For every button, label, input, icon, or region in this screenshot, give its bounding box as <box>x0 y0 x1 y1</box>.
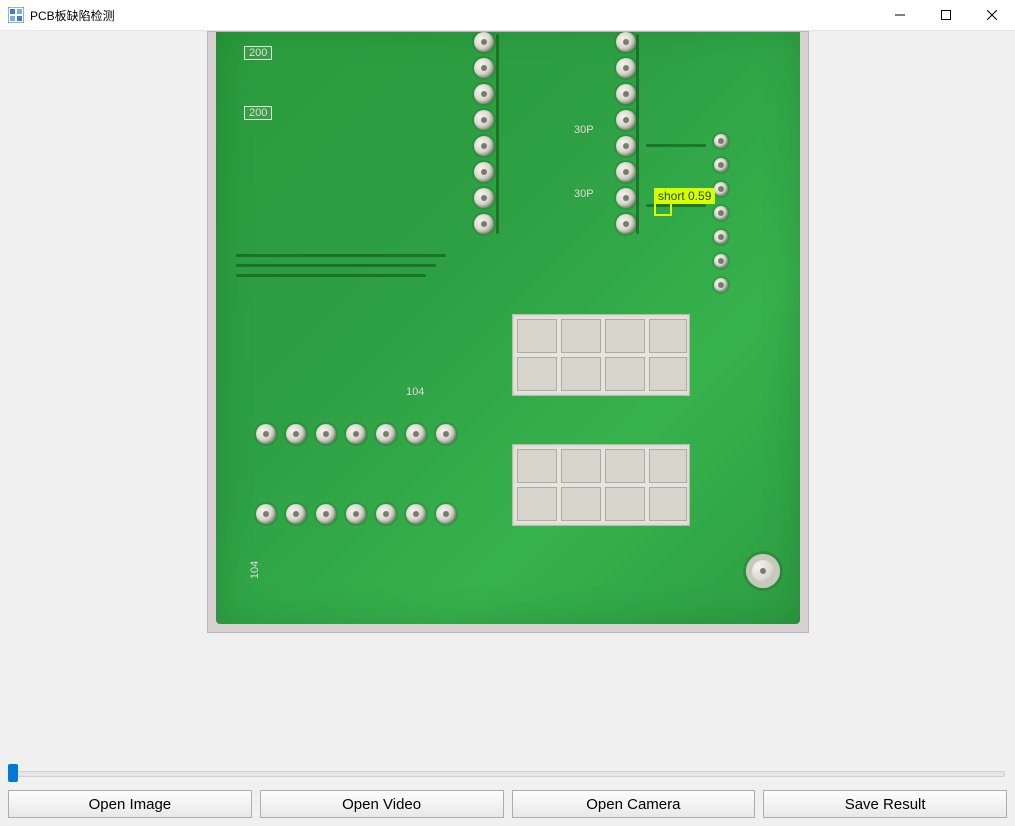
smd-block <box>512 444 690 526</box>
open-image-button[interactable]: Open Image <box>8 790 252 818</box>
main-window: PCB板缺陷检测 200 200 <box>0 0 1015 826</box>
progress-slider[interactable] <box>8 764 1007 782</box>
silk-label: 104 <box>406 386 424 398</box>
save-result-button[interactable]: Save Result <box>763 790 1007 818</box>
button-row: Open Image Open Video Open Camera Save R… <box>8 790 1007 818</box>
open-video-button[interactable]: Open Video <box>260 790 504 818</box>
silk-label: 200 <box>244 46 272 60</box>
app-icon <box>8 7 24 23</box>
detection-label: short 0.59 <box>654 188 715 204</box>
titlebar: PCB板缺陷检测 <box>0 0 1015 31</box>
window-title: PCB板缺陷检测 <box>30 7 115 24</box>
slider-track <box>10 771 1005 777</box>
smd-block <box>512 314 690 396</box>
mounting-hole <box>746 554 780 588</box>
client-area: 200 200 30P <box>0 31 1015 826</box>
minimize-button[interactable] <box>877 0 923 30</box>
open-camera-button[interactable]: Open Camera <box>512 790 756 818</box>
silk-label: 104 <box>249 561 261 579</box>
slider-thumb[interactable] <box>8 764 18 782</box>
silk-label: 30P <box>574 188 594 200</box>
image-viewport: 200 200 30P <box>207 31 809 633</box>
silk-label: 30P <box>574 124 594 136</box>
pcb-board: 200 200 30P <box>216 31 800 624</box>
maximize-button[interactable] <box>923 0 969 30</box>
silk-label: 200 <box>244 106 272 120</box>
close-button[interactable] <box>969 0 1015 30</box>
